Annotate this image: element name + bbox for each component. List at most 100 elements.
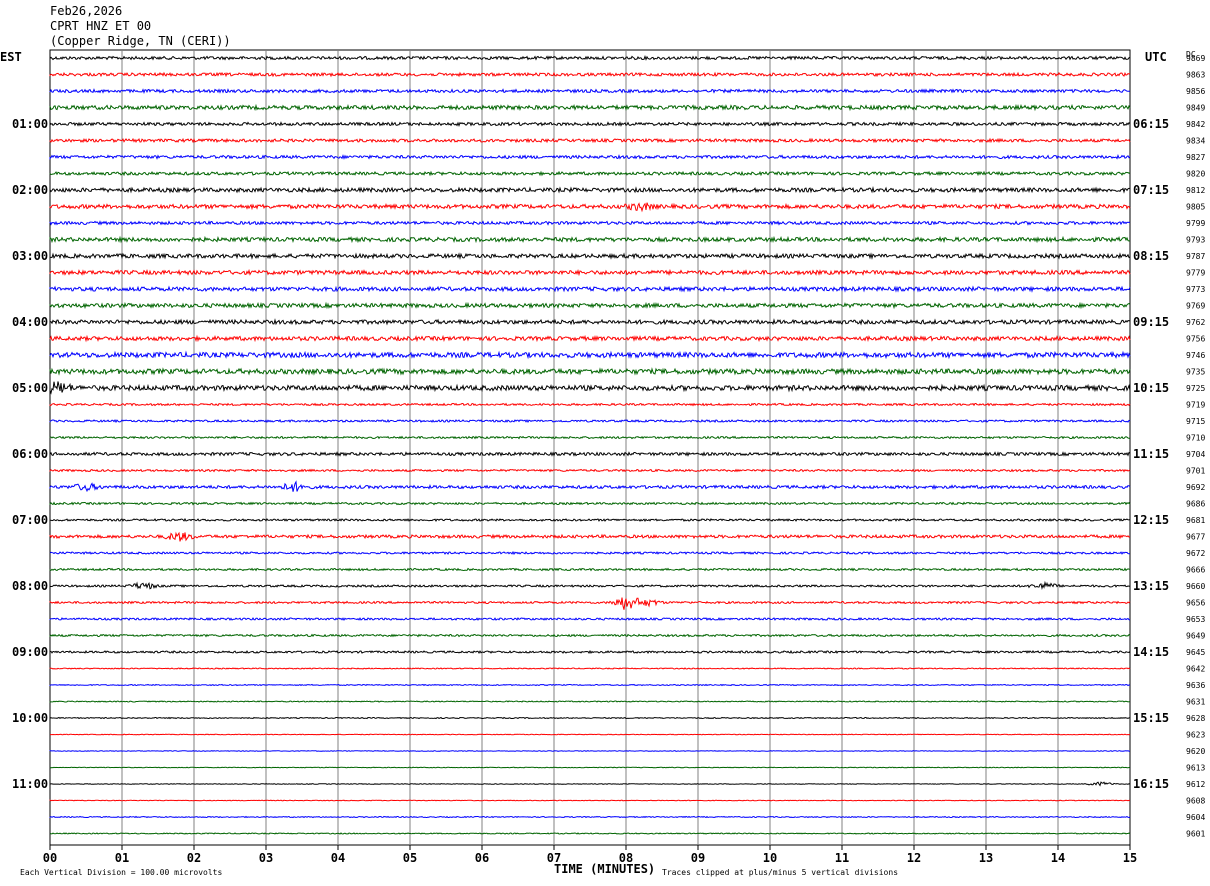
right-hour-label: 09:15	[1133, 315, 1169, 329]
dc-value-label: 9645	[1186, 648, 1205, 657]
x-tick-label: 04	[331, 851, 345, 865]
dc-value-label: 9628	[1186, 714, 1205, 723]
dc-value-label: 9805	[1186, 203, 1205, 212]
x-tick-label: 14	[1051, 851, 1065, 865]
trace-line	[49, 580, 1131, 590]
trace-line	[49, 103, 1131, 112]
x-tick-label: 06	[475, 851, 489, 865]
left-hour-label: 02:00	[12, 183, 48, 197]
trace-line	[49, 418, 1131, 424]
trace-line	[49, 402, 1131, 407]
dc-value-label: 9735	[1186, 368, 1205, 377]
dc-value-label: 9701	[1186, 467, 1205, 476]
dc-value-label: 9672	[1186, 549, 1205, 558]
trace-line	[49, 781, 1131, 787]
dc-value-label: 9612	[1186, 780, 1205, 789]
right-hour-label: 11:15	[1133, 447, 1169, 461]
dc-value-label: 9799	[1186, 219, 1205, 228]
dc-value-label: 9820	[1186, 170, 1205, 179]
left-hour-label: 11:00	[12, 777, 48, 791]
dc-value-label: 9613	[1186, 764, 1205, 773]
x-tick-label: 11	[835, 851, 849, 865]
trace-line	[49, 683, 1131, 687]
x-tick-label: 12	[907, 851, 921, 865]
dc-value-label: 9769	[1186, 302, 1205, 311]
dc-value-label: 9704	[1186, 450, 1205, 459]
right-hour-label: 08:15	[1133, 249, 1169, 263]
dc-value-label: 9631	[1186, 698, 1205, 707]
trace-line	[49, 649, 1131, 655]
trace-line	[49, 154, 1131, 160]
x-tick-label: 09	[691, 851, 705, 865]
dc-value-label: 9653	[1186, 615, 1205, 624]
trace-line	[49, 301, 1131, 310]
trace-line	[49, 597, 1131, 610]
dc-value-label: 9681	[1186, 516, 1205, 525]
x-tick-label: 13	[979, 851, 993, 865]
trace-line	[49, 531, 1131, 542]
trace-line	[49, 480, 1131, 493]
left-hour-label: 07:00	[12, 513, 48, 527]
dc-value-label: 9719	[1186, 401, 1205, 410]
x-tick-label: 00	[43, 851, 57, 865]
trace-line	[49, 550, 1130, 556]
trace-line	[49, 202, 1131, 213]
trace-line	[49, 71, 1131, 78]
trace-line	[49, 567, 1131, 572]
dc-value-label: 9746	[1186, 351, 1205, 360]
dc-value-label: 9756	[1186, 335, 1205, 344]
trace-line	[49, 235, 1131, 244]
trace-line	[49, 633, 1131, 638]
dc-value-label: 9834	[1186, 137, 1205, 146]
trace-line	[49, 451, 1131, 457]
dc-value-label: 9649	[1186, 632, 1205, 641]
dc-value-label: 9856	[1186, 87, 1205, 96]
x-tick-label: 10	[763, 851, 777, 865]
x-tick-label: 08	[619, 851, 633, 865]
dc-value-label: 9863	[1186, 71, 1205, 80]
trace-line	[49, 815, 1131, 819]
dc-value-label: 9793	[1186, 236, 1205, 245]
trace-line	[49, 137, 1131, 144]
x-tick-label: 07	[547, 851, 561, 865]
trace-line	[49, 716, 1131, 720]
trace-line	[49, 667, 1131, 670]
trace-line	[49, 334, 1131, 343]
dc-value-label: 9642	[1186, 665, 1205, 674]
dc-value-label: 9842	[1186, 120, 1205, 129]
right-hour-label: 10:15	[1133, 381, 1169, 395]
left-hour-label: 09:00	[12, 645, 48, 659]
dc-value-label: 9787	[1186, 252, 1205, 261]
trace-line	[49, 832, 1131, 835]
right-hour-label: 06:15	[1133, 117, 1169, 131]
trace-line	[49, 350, 1131, 360]
dc-value-label: 9692	[1186, 483, 1205, 492]
left-hour-label: 04:00	[12, 315, 48, 329]
right-hour-label: 14:15	[1133, 645, 1169, 659]
right-hour-label: 12:15	[1133, 513, 1169, 527]
trace-line	[49, 700, 1130, 703]
dc-value-label: 9869	[1186, 54, 1205, 63]
dc-value-label: 9604	[1186, 813, 1205, 822]
trace-line	[49, 285, 1131, 293]
left-hour-label: 01:00	[12, 117, 48, 131]
dc-value-label: 9666	[1186, 566, 1205, 575]
trace-line	[49, 517, 1131, 523]
trace-line	[49, 617, 1131, 622]
dc-value-label: 9623	[1186, 731, 1205, 740]
trace-line	[49, 170, 1131, 177]
trace-line	[49, 54, 1131, 61]
dc-value-label: 9636	[1186, 681, 1205, 690]
x-tick-label: 05	[403, 851, 417, 865]
dc-value-label: 9773	[1186, 285, 1205, 294]
plot-frame	[49, 49, 1131, 846]
left-hour-label: 08:00	[12, 579, 48, 593]
left-hour-label: 05:00	[12, 381, 48, 395]
right-hour-label: 13:15	[1133, 579, 1169, 593]
x-tick-label: 02	[187, 851, 201, 865]
right-hour-label: 07:15	[1133, 183, 1169, 197]
dc-value-label: 9620	[1186, 747, 1205, 756]
dc-value-label: 9710	[1186, 434, 1205, 443]
right-hour-label: 16:15	[1133, 777, 1169, 791]
dc-value-label: 9725	[1186, 384, 1205, 393]
